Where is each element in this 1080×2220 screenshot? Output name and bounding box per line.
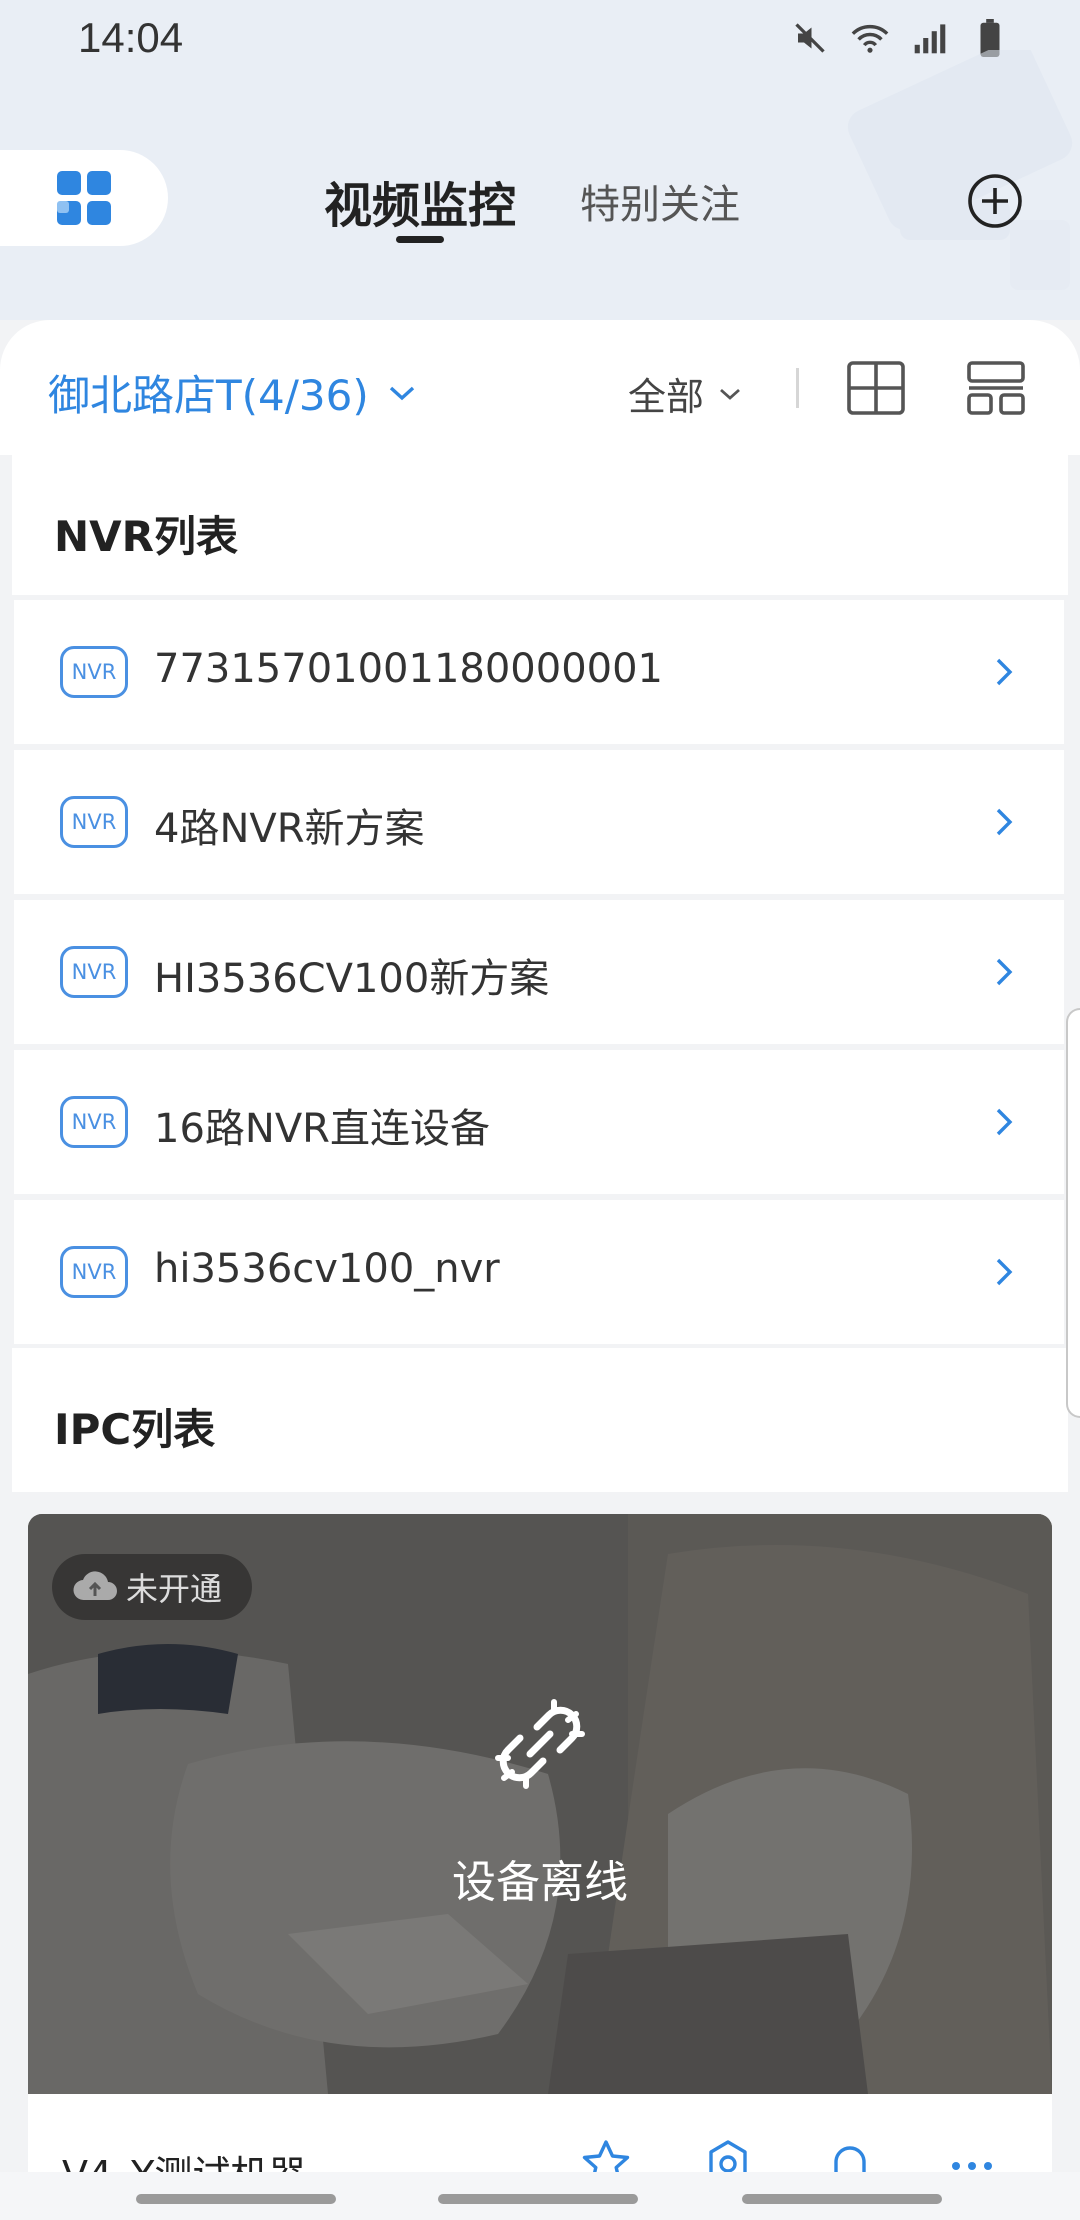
nvr-list-item[interactable]: NVR 77315701001180000001 — [14, 600, 1064, 744]
active-tab-indicator — [396, 236, 444, 243]
chevron-down-icon — [720, 388, 740, 400]
menu-button[interactable] — [0, 150, 168, 246]
nvr-list-item[interactable]: NVR 4路NVR新方案 — [14, 750, 1064, 894]
nvr-item-label: hi3536cv100_nvr — [154, 1246, 500, 1292]
ipc-section-header: IPC列表 — [12, 1348, 1068, 1492]
list-view-icon[interactable] — [966, 360, 1026, 416]
nvr-item-label: 16路NVR直连设备 — [154, 1106, 490, 1152]
nvr-badge: NVR — [60, 796, 128, 848]
chevron-right-icon — [996, 1258, 1013, 1286]
system-nav-bar — [0, 2172, 1080, 2220]
divider — [796, 368, 799, 408]
nvr-badge: NVR — [60, 1096, 128, 1148]
nav-recent-handle[interactable] — [742, 2194, 942, 2204]
nvr-item-label: 4路NVR新方案 — [154, 806, 425, 852]
nav-back-handle[interactable] — [136, 2194, 336, 2204]
ipc-section-title: IPC列表 — [54, 1405, 216, 1454]
category-filter-label: 全部 — [628, 375, 705, 419]
nvr-badge: NVR — [60, 946, 128, 998]
category-filter[interactable]: 全部 — [628, 366, 742, 421]
camera-preview[interactable]: 未开通 设备离线 — [28, 1514, 1052, 2094]
four-grid-view-icon[interactable] — [846, 360, 906, 416]
nvr-list-item[interactable]: NVR 16路NVR直连设备 — [14, 1050, 1064, 1194]
status-time: 14:04 — [78, 14, 184, 61]
chevron-right-icon — [996, 658, 1013, 686]
scroll-handle[interactable] — [1066, 1008, 1080, 1418]
offline-status-text: 设备离线 — [452, 1857, 628, 1908]
broken-link-icon — [495, 1699, 585, 1789]
background-decoration — [847, 50, 1073, 290]
store-selector[interactable]: 御北路店T(4/36) — [48, 362, 417, 423]
nvr-badge: NVR — [60, 1246, 128, 1298]
tab-video-monitoring[interactable]: 视频监控 — [324, 166, 516, 236]
add-circle-icon[interactable] — [966, 172, 1024, 230]
nvr-list-item[interactable]: NVR hi3536cv100_nvr — [14, 1200, 1064, 1344]
cloud-icon — [73, 1571, 117, 1601]
nvr-item-label: HI3536CV100新方案 — [154, 956, 550, 1002]
cloud-status-badge: 未开通 — [52, 1554, 252, 1620]
chevron-right-icon — [996, 808, 1013, 836]
chevron-right-icon — [996, 958, 1013, 986]
nav-home-handle[interactable] — [438, 2194, 638, 2204]
nvr-item-label: 77315701001180000001 — [154, 646, 663, 692]
nvr-section-header: NVR列表 — [12, 455, 1068, 595]
grid-menu-icon — [57, 171, 111, 225]
nvr-section-title: NVR列表 — [54, 512, 238, 561]
cloud-status-text: 未开通 — [126, 1570, 223, 1608]
store-selector-label: 御北路店T(4/36) — [48, 371, 369, 420]
nvr-list-item[interactable]: NVR HI3536CV100新方案 — [14, 900, 1064, 1044]
tab-special-follow[interactable]: 特别关注 — [580, 172, 740, 230]
chevron-right-icon — [996, 1108, 1013, 1136]
chevron-down-icon — [389, 386, 414, 400]
nvr-badge: NVR — [60, 646, 128, 698]
